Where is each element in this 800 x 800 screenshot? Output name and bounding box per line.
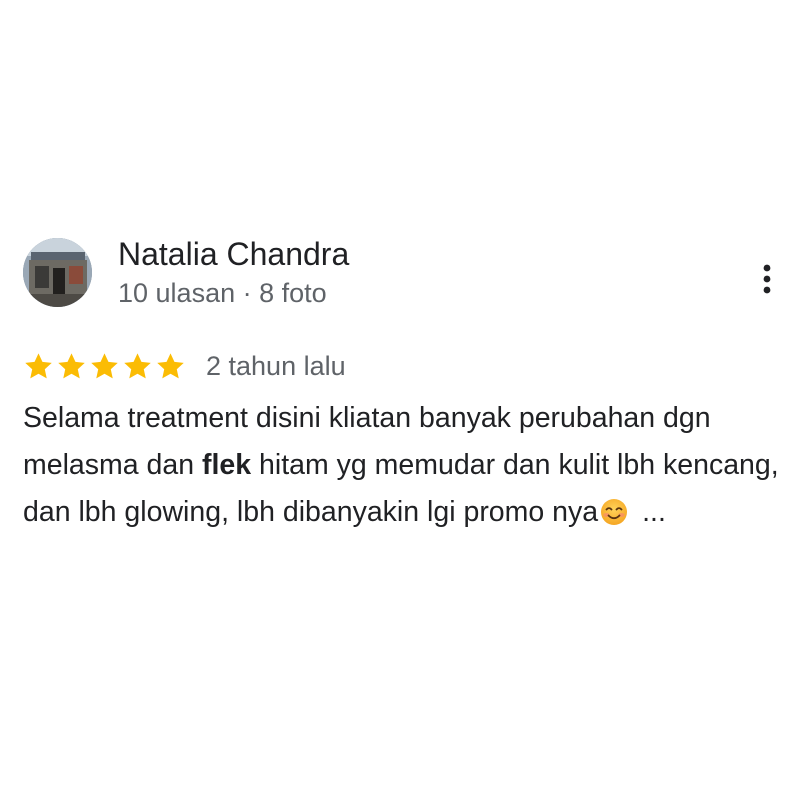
- star-icon: [157, 352, 184, 378]
- star-icon: [91, 352, 118, 378]
- more-options-button[interactable]: [752, 260, 782, 298]
- author-avatar[interactable]: [23, 238, 92, 307]
- smiling-face-icon: [600, 494, 628, 541]
- more-vertical-icon: [763, 264, 771, 294]
- review-text: Selama treatment disini kliatan banyak p…: [23, 395, 788, 541]
- star-icon: [124, 352, 151, 378]
- star-icon: [58, 352, 85, 378]
- author-name[interactable]: Natalia Chandra: [118, 234, 349, 274]
- read-more-link[interactable]: ...: [642, 496, 666, 528]
- star-icon: [25, 352, 52, 378]
- review-text-highlight: flek: [202, 449, 252, 481]
- review-card: Natalia Chandra 10 ulasan · 8 foto 2 tah…: [0, 0, 800, 800]
- rating-row: 2 tahun lalu: [23, 348, 346, 384]
- author-meta: 10 ulasan · 8 foto: [118, 278, 327, 308]
- review-date: 2 tahun lalu: [206, 350, 346, 381]
- star-rating: [23, 351, 186, 382]
